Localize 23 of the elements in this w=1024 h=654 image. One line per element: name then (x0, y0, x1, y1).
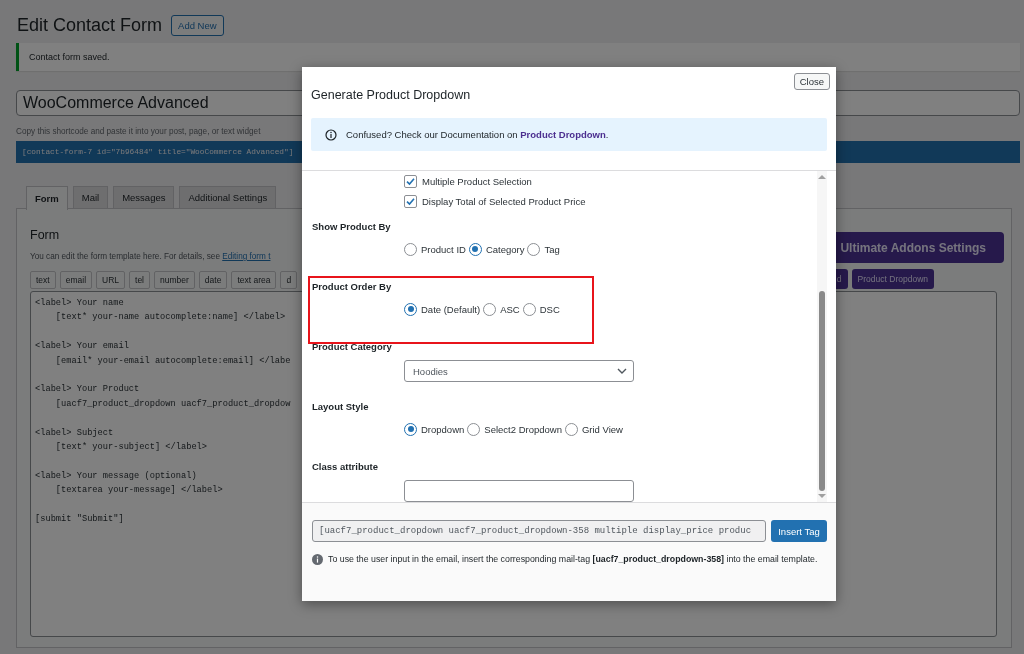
option-label: Product Category (312, 340, 393, 354)
radio-label: Category (485, 243, 525, 255)
help-text: To use the user input in the email, insert the corresponding mail-tag [uacf7_product_dropdown-358] into the email template. (328, 553, 818, 566)
radio-label: Product ID (421, 243, 466, 255)
radio-label: Tag (544, 243, 560, 255)
option-label: Show Product By (312, 220, 392, 234)
option-label: Layout Style (312, 400, 370, 414)
section-heading: Form (30, 227, 61, 243)
checkbox-label: Display Total of Selected Product Price (422, 195, 586, 207)
radio-label: DSC (539, 303, 560, 315)
success-notice: Contact form saved. (16, 43, 1020, 71)
option-label: Class attribute (312, 460, 379, 474)
dialog-title: Generate Product Dropdown (311, 88, 471, 102)
radio-label: Select2 Dropdown (484, 423, 562, 435)
radio-label: Grid View (581, 423, 623, 435)
description-text: You can edit the form template here. For details, see Editing form t (30, 251, 272, 263)
option-label: Product Order By (312, 280, 393, 294)
radio-label: ASC (500, 303, 520, 315)
radio-label: Date (Default) (421, 303, 481, 315)
page-title: Edit Contact Form (17, 15, 163, 36)
info-text: Confused? Check our Documentation on Product Dropdown. (346, 129, 609, 140)
checkbox-label: Multiple Product Selection (422, 175, 532, 187)
radio-label: Dropdown (421, 423, 465, 435)
